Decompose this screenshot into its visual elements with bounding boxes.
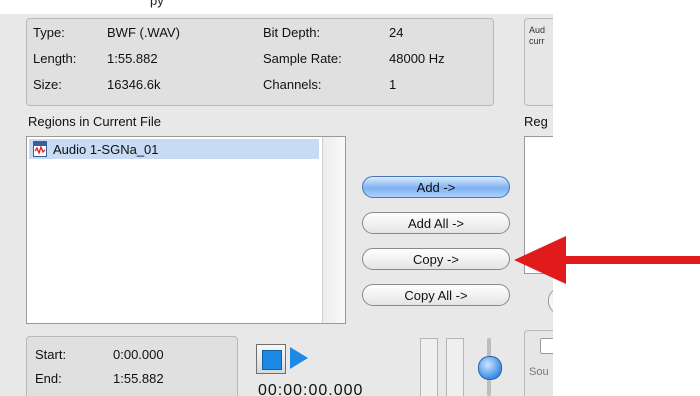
play-icon[interactable] (290, 347, 308, 369)
right-bottom-text: Sou (529, 366, 549, 378)
length-label: Length: (33, 51, 77, 66)
end-label: End: (35, 371, 62, 386)
file-info-panel: Type: BWF (.WAV) Length: 1:55.882 Size: … (26, 18, 494, 106)
level-meter-right (446, 338, 464, 396)
audio-file-icon (33, 141, 47, 157)
region-dialog: py Type: BWF (.WAV) Length: 1:55.882 Siz… (0, 0, 553, 396)
regions-list-scrollbar[interactable] (322, 137, 345, 323)
type-value: BWF (.WAV) (107, 25, 180, 40)
right-regions-label: Reg (524, 114, 548, 129)
region-name: Audio 1-SGNa_01 (53, 141, 159, 157)
stop-button[interactable] (256, 344, 286, 374)
bit-depth-value: 24 (389, 25, 404, 40)
size-value: 16346.6k (107, 77, 161, 92)
right-round-button[interactable] (548, 288, 553, 314)
bit-depth-label: Bit Depth: (263, 25, 321, 40)
sample-rate-value: 48000 Hz (389, 51, 445, 66)
size-label: Size: (33, 77, 62, 92)
copy-button[interactable]: Copy -> (362, 248, 510, 270)
length-value: 1:55.882 (107, 51, 158, 66)
start-value: 0:00.000 (113, 347, 164, 362)
sample-rate-label: Sample Rate: (263, 51, 342, 66)
volume-slider-knob[interactable] (478, 356, 502, 380)
time-panel: Start: 0:00.000 End: 1:55.882 (26, 336, 238, 396)
right-checkbox[interactable] (540, 338, 553, 354)
stop-icon (262, 350, 282, 370)
regions-list[interactable]: Audio 1-SGNa_01 (26, 136, 346, 324)
copy-all-button[interactable]: Copy All -> (362, 284, 510, 306)
right-info-panel: Aud curr (524, 18, 553, 106)
top-clipped-area: py (0, 0, 553, 14)
right-info-text: Aud curr (529, 25, 546, 46)
type-label: Type: (33, 25, 65, 40)
top-clipped-text: py (150, 0, 164, 8)
timecode-display: 00:00:00.000 (258, 382, 364, 396)
end-value: 1:55.882 (113, 371, 164, 386)
start-label: Start: (35, 347, 67, 362)
annotation-arrow-icon (514, 236, 700, 284)
add-all-button[interactable]: Add All -> (362, 212, 510, 234)
transport-controls (256, 344, 326, 374)
channels-label: Channels: (263, 77, 322, 92)
channels-value: 1 (389, 77, 397, 92)
list-item[interactable]: Audio 1-SGNa_01 (29, 139, 319, 159)
regions-list-label: Regions in Current File (28, 114, 161, 129)
level-meter-left (420, 338, 438, 396)
add-button[interactable]: Add -> (362, 176, 510, 198)
